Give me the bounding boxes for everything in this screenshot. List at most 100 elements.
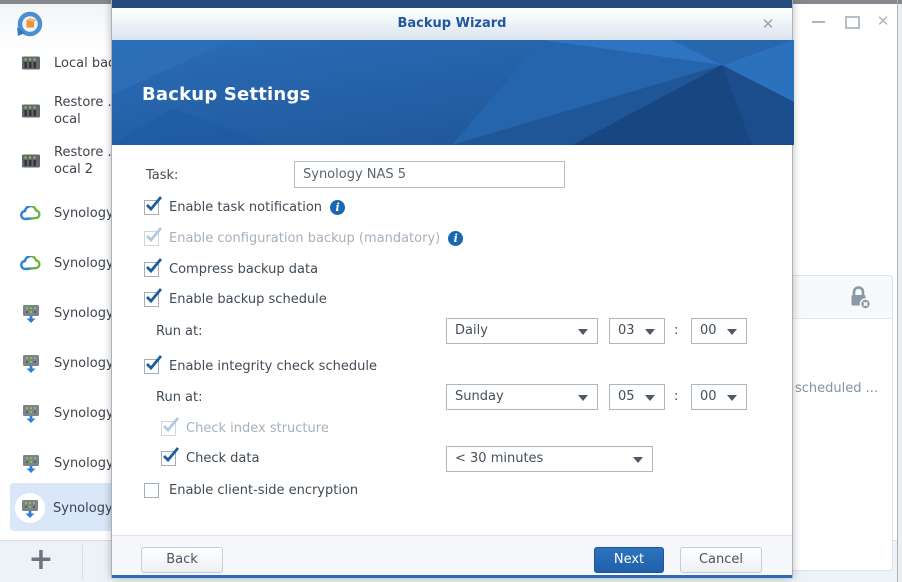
remote-nas-icon xyxy=(20,352,42,374)
option-label: Enable configuration backup (mandatory) xyxy=(169,231,440,246)
time-separator: : xyxy=(674,389,678,404)
backup-hour-select[interactable]: 03 xyxy=(609,318,665,344)
integrity-schedule-checkbox[interactable] xyxy=(144,359,159,374)
local-nas-icon xyxy=(20,52,42,74)
task-sidebar: Local bac Restore ... ocal Restore ... o… xyxy=(0,4,111,540)
check-data-checkbox[interactable] xyxy=(161,451,176,466)
page-title: Backup Settings xyxy=(142,84,310,105)
remote-nas-icon xyxy=(20,402,42,424)
task-name-input[interactable] xyxy=(294,161,565,188)
next-button[interactable]: Next xyxy=(594,547,664,573)
sidebar-item-label: Synology xyxy=(54,405,114,422)
sidebar-item-label: Synology xyxy=(53,500,113,517)
sidebar-item-label: Restore ... ocal xyxy=(54,94,120,128)
window-controls: ✕ xyxy=(810,10,892,32)
integrity-hour-select[interactable]: 05 xyxy=(609,384,665,410)
remote-nas-icon xyxy=(20,452,42,474)
option-compress-backup-data[interactable]: Compress backup data xyxy=(144,260,318,278)
option-label: Enable client-side encryption xyxy=(169,483,358,498)
dialog-bottom-border xyxy=(112,575,792,578)
option-label: Compress backup data xyxy=(169,262,318,277)
sidebar-item-label: Synology xyxy=(54,355,114,372)
selected-value: < 30 minutes xyxy=(455,451,543,466)
option-check-index-structure: Check index structure xyxy=(161,419,329,437)
window-close-icon[interactable]: ✕ xyxy=(874,12,892,30)
sidebar-item-label: Restore ... ocal 2 xyxy=(54,144,120,178)
selected-value: Sunday xyxy=(455,389,504,404)
label-line-2: ocal xyxy=(54,111,120,128)
chevron-down-icon xyxy=(727,395,737,401)
c2-cloud-icon xyxy=(20,252,42,274)
selected-value: 00 xyxy=(700,323,717,338)
backup-schedule-checkbox[interactable] xyxy=(144,292,159,307)
chevron-down-icon xyxy=(645,395,655,401)
local-nas-icon xyxy=(20,100,42,122)
app-window: ✕ Local bac Restore . xyxy=(0,0,902,582)
chevron-down-icon xyxy=(578,329,588,335)
sidebar-item-label: Synology xyxy=(54,255,114,272)
chevron-down-icon xyxy=(727,329,737,335)
option-enable-backup-schedule[interactable]: Enable backup schedule xyxy=(144,290,327,308)
window-right-gutter xyxy=(898,4,902,582)
footer-divider xyxy=(82,545,83,579)
run-at-label: Run at: xyxy=(156,390,203,405)
backup-minute-select[interactable]: 00 xyxy=(691,318,747,344)
schedule-status-text: scheduled ... xyxy=(795,381,878,396)
c2-cloud-icon xyxy=(20,202,42,224)
dialog-titlebar: Backup Wizard ✕ xyxy=(112,8,792,40)
option-label: Enable integrity check schedule xyxy=(169,359,377,374)
label-line-1: Restore ... xyxy=(54,144,120,161)
chevron-down-icon xyxy=(645,329,655,335)
add-task-button[interactable]: + xyxy=(26,544,56,578)
option-check-data[interactable]: Check data xyxy=(161,449,259,467)
info-icon[interactable]: i xyxy=(448,231,463,246)
dialog-title: Backup Wizard xyxy=(112,16,792,31)
selected-value: Daily xyxy=(455,323,488,338)
option-enable-configuration-backup: Enable configuration backup (mandatory) … xyxy=(144,229,463,247)
option-enable-client-side-encryption[interactable]: Enable client-side encryption xyxy=(144,481,358,499)
backup-wizard-dialog: Backup Wizard ✕ Back xyxy=(111,0,793,578)
label-line-1: Restore ... xyxy=(54,94,120,111)
sidebar-item-label: Local bac xyxy=(54,55,115,72)
option-label: Enable task notification xyxy=(169,200,322,215)
label-line-2: ocal 2 xyxy=(54,161,120,178)
hyper-backup-logo-icon xyxy=(16,10,44,42)
run-at-label: Run at: xyxy=(156,324,203,339)
cancel-button[interactable]: Cancel xyxy=(680,547,762,573)
dialog-banner: Backup Settings xyxy=(112,40,794,145)
time-separator: : xyxy=(674,323,678,338)
dialog-close-icon[interactable]: ✕ xyxy=(758,14,778,34)
option-enable-task-notification[interactable]: Enable task notification i xyxy=(144,198,345,216)
dialog-footer: Back Next Cancel xyxy=(112,535,792,575)
option-label: Check data xyxy=(186,451,259,466)
client-encryption-checkbox[interactable] xyxy=(144,483,159,498)
sidebar-item-label: Synology xyxy=(54,205,114,222)
info-icon[interactable]: i xyxy=(330,200,345,215)
chevron-down-icon xyxy=(578,395,588,401)
backup-frequency-select[interactable]: Daily xyxy=(446,318,598,344)
option-label: Enable backup schedule xyxy=(169,292,327,307)
task-notification-checkbox[interactable] xyxy=(144,200,159,215)
option-label: Check index structure xyxy=(186,421,329,436)
maximize-icon[interactable] xyxy=(842,12,860,30)
option-enable-integrity-check-schedule[interactable]: Enable integrity check schedule xyxy=(144,357,377,375)
check-data-duration-select[interactable]: < 30 minutes xyxy=(446,446,653,472)
remote-nas-icon xyxy=(20,302,42,324)
integrity-minute-select[interactable]: 00 xyxy=(691,384,747,410)
local-nas-icon xyxy=(20,150,42,172)
configuration-backup-checkbox xyxy=(144,231,159,246)
sidebar-item-label: Synology xyxy=(54,455,114,472)
selected-value: 03 xyxy=(618,323,635,338)
dialog-top-border xyxy=(112,0,792,8)
back-button[interactable]: Back xyxy=(141,547,223,573)
chevron-down-icon xyxy=(633,457,643,463)
compress-checkbox[interactable] xyxy=(144,262,159,277)
integrity-frequency-select[interactable]: Sunday xyxy=(446,384,598,410)
selected-value: 05 xyxy=(618,389,635,404)
remote-nas-icon xyxy=(15,493,45,523)
sidebar-item-label: Synology xyxy=(54,305,114,322)
lock-remove-icon[interactable] xyxy=(848,285,872,311)
selected-value: 00 xyxy=(700,389,717,404)
task-label: Task: xyxy=(146,168,178,183)
minimize-icon[interactable] xyxy=(810,12,828,30)
